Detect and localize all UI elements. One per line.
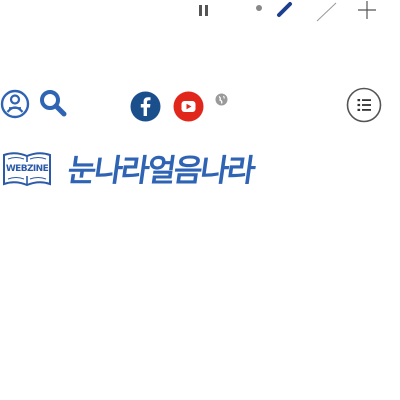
globe-icon[interactable] (215, 93, 228, 106)
slide-dot-indicator[interactable] (256, 5, 262, 11)
pause-bar (205, 5, 208, 16)
plus-icon[interactable] (356, 0, 378, 20)
webzine-book-icon: WEBZINE (0, 150, 54, 190)
pause-button[interactable] (199, 5, 211, 19)
list-menu-icon[interactable] (346, 87, 382, 123)
site-logo-link[interactable]: WEBZINE 눈나라얼음나라 (0, 150, 256, 192)
person-icon[interactable] (0, 89, 30, 119)
webzine-badge-text: WEBZINE (5, 164, 49, 174)
site-title: 눈나라얼음나라 (65, 153, 256, 189)
pause-bar (199, 5, 202, 16)
facebook-icon[interactable] (130, 91, 161, 122)
pen-icon[interactable] (276, 0, 296, 18)
youtube-icon[interactable] (173, 91, 204, 122)
search-icon[interactable] (38, 88, 68, 118)
slash-icon[interactable] (314, 0, 340, 24)
page: WEBZINE 눈나라얼음나라 (0, 0, 400, 400)
